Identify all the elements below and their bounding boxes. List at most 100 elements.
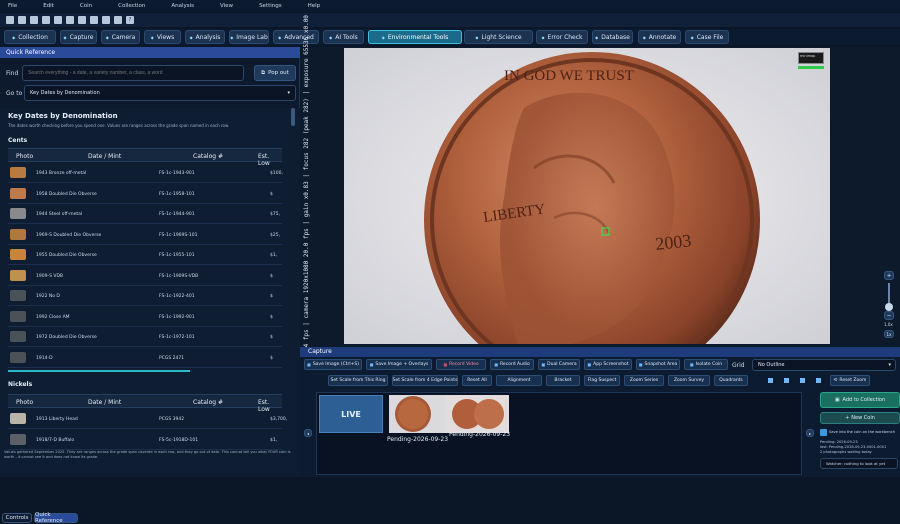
tab-case-file[interactable]: ◆ Case File: [685, 30, 729, 44]
capture-action-icon: ■: [541, 362, 546, 367]
alignment-button[interactable]: Alignment: [496, 375, 542, 386]
print-icon[interactable]: [42, 16, 50, 24]
table-row[interactable]: 1943 Bronze off-metal FS-1c-1943-901 $100,: [8, 163, 283, 183]
capture-thumbnail[interactable]: [445, 395, 509, 433]
add-to-collection-button[interactable]: ▣ Add to Collection: [820, 392, 900, 408]
help-icon[interactable]: ?: [126, 16, 134, 24]
table-row[interactable]: 1918/7-D Buffalo FS-5c-1918D-101 $1,: [8, 430, 282, 450]
zoom-survey-button[interactable]: Zoom Survey: [668, 375, 710, 386]
tab-controls[interactable]: Controls: [2, 513, 32, 523]
live-thumbnail[interactable]: LIVE: [319, 395, 383, 433]
menu-item-settings[interactable]: Settings: [251, 3, 282, 9]
export-icon[interactable]: [114, 16, 122, 24]
tab-environmental-tools[interactable]: ◆ Environmental Tools: [368, 30, 462, 44]
scrollbar-vertical[interactable]: [291, 108, 295, 126]
table-row[interactable]: 1913 Liberty Head PCGS 3942 $3,700,: [8, 409, 287, 429]
table-row[interactable]: 1909-S VDB FS-1c-1909S-VDB $: [8, 266, 282, 286]
zoom-slider-handle[interactable]: [885, 303, 893, 311]
quadrant-toggle[interactable]: [800, 378, 805, 383]
table-row[interactable]: 1944 Steel off-metal FS-1c-1944-901 $75,: [8, 204, 282, 224]
tab-analysis[interactable]: ◆ Analysis: [185, 30, 225, 44]
cell-catalog: FS-1c-1943-901: [159, 171, 195, 176]
record-audio-button[interactable]: ■ Record Audio: [490, 359, 534, 370]
new-icon[interactable]: [6, 16, 14, 24]
strip-prev-button[interactable]: ◂: [304, 429, 312, 437]
scrollbar-horizontal[interactable]: [8, 370, 190, 372]
dual-camera-button[interactable]: ■ Dual Camera: [538, 359, 580, 370]
zoom-series-button[interactable]: Zoom Series: [624, 375, 664, 386]
save-image-overlays-button[interactable]: ■ Save Image + Overlays: [366, 359, 432, 370]
grid-select[interactable]: No Outline ▾: [752, 359, 896, 371]
camera-viewer[interactable]: frame 11.4 fps | camera 1920x1080 20.0 f…: [300, 15, 900, 379]
search-input[interactable]: [22, 65, 244, 81]
footnote: Values gathered September 2025. They are…: [4, 450, 291, 459]
menu-item-file[interactable]: File: [0, 3, 17, 9]
menu-item-view[interactable]: View: [212, 3, 233, 9]
layout-icon[interactable]: [102, 16, 110, 24]
camera-icon[interactable]: [54, 16, 62, 24]
new-coin-button[interactable]: + New Coin: [820, 412, 900, 424]
zoom-in-button[interactable]: +: [884, 271, 894, 280]
menu-item-analysis[interactable]: Analysis: [163, 3, 194, 9]
zoom-out-button[interactable]: −: [884, 311, 894, 320]
table-row[interactable]: 1969-S Doubled Die Obverse FS-1c-1969S-10…: [8, 225, 282, 245]
live-camera-image[interactable]: LIBERTY IN GOD WE TRUST 2003 minimap: [344, 48, 830, 344]
quadrant-toggle[interactable]: [816, 378, 821, 383]
table-row[interactable]: 1922 No D FS-1c-1922-401 $: [8, 286, 282, 306]
table-row[interactable]: 1992 Close AM FS-1c-1992-901 $: [8, 307, 282, 327]
tab-error-check[interactable]: ◆ Error Check: [536, 30, 588, 44]
quadrants-button[interactable]: Quadrants: [714, 375, 748, 386]
menu-item-help[interactable]: Help: [300, 3, 321, 9]
document-view[interactable]: Key Dates by Denomination The dates wort…: [0, 108, 300, 477]
flag-suspect-button[interactable]: Flag Suspect: [584, 375, 620, 386]
record-video-button[interactable]: ■ Record Video: [436, 359, 486, 370]
save-icon[interactable]: [30, 16, 38, 24]
table-row[interactable]: 1958 Doubled Die Obverse FS-1c-1958-101 $: [8, 184, 282, 204]
tab-light-science[interactable]: ◆ Light Science: [464, 30, 533, 44]
strip-next-button[interactable]: ▸: [806, 429, 814, 437]
reset-all-button[interactable]: Reset All: [462, 375, 492, 386]
tab-advanced[interactable]: ◆ Advanced: [273, 30, 319, 44]
collection-icon: ▣: [834, 397, 840, 403]
tab-capture[interactable]: ◆ Capture: [60, 30, 97, 44]
set-scale-from-this-ring-button[interactable]: Set Scale from This Ring: [328, 375, 388, 386]
folder-icon[interactable]: [90, 16, 98, 24]
minimap[interactable]: minimap: [798, 52, 824, 64]
save-into-checkbox[interactable]: [820, 429, 827, 436]
capture-thumbnail[interactable]: [389, 395, 453, 433]
open-icon[interactable]: [18, 16, 26, 24]
tab-ai-tools[interactable]: ◆ AI Tools: [323, 30, 364, 44]
cell-catalog: FS-1c-1969S-101: [159, 232, 198, 238]
cell-low: $: [270, 273, 273, 279]
isolate-coin-button[interactable]: ■ Isolate Coin: [684, 359, 728, 370]
menu-item-coin[interactable]: Coin: [72, 3, 92, 9]
menu-item-edit[interactable]: Edit: [35, 3, 54, 9]
tab-annotate[interactable]: ◆ Annotate: [638, 30, 681, 44]
app-screenshot-button[interactable]: ■ App Screenshot: [584, 359, 632, 370]
bracket-button[interactable]: Bracket: [546, 375, 580, 386]
tab-database[interactable]: ◆ Database: [592, 30, 633, 44]
tab-quick-reference[interactable]: Quick Reference: [34, 512, 78, 524]
set-scale-from-4-edge-points-button[interactable]: Set Scale from 4 Edge Points: [392, 375, 458, 386]
save-image-ctrl-s-button[interactable]: ■ Save Image (Ctrl+S): [304, 359, 362, 370]
tab-collection[interactable]: ◆ Collection: [4, 30, 56, 44]
table-row[interactable]: 1955 Doubled Die Obverse FS-1c-1955-101 $1…: [8, 245, 282, 265]
reset-zoom-button[interactable]: ⟲ Reset Zoom: [830, 375, 870, 386]
menu-item-collection[interactable]: Collection: [110, 3, 145, 9]
tab-image-lab[interactable]: ◆ Image Lab: [229, 30, 269, 44]
grid-icon[interactable]: [66, 16, 74, 24]
capture-filmstrip[interactable]: LIVE Pending-2026-09-23 Pending-2026-09-…: [316, 392, 802, 475]
quadrant-toggle[interactable]: [768, 378, 773, 383]
image-icon[interactable]: [78, 16, 86, 24]
cell-date: 1992 Close AM: [36, 314, 70, 320]
pop-out-button[interactable]: ⧉ Pop out: [254, 65, 296, 81]
tab-views[interactable]: ◆ Views: [144, 30, 181, 44]
table-row[interactable]: 1972 Doubled Die Obverse FS-1c-1972-101 $: [8, 327, 282, 347]
snapshot-area-button[interactable]: ■ Snapshot Area: [636, 359, 680, 370]
quadrant-toggle[interactable]: [784, 378, 789, 383]
tab-camera[interactable]: ◆ Camera: [101, 30, 140, 44]
cell-catalog: FS-1c-1944-901: [159, 212, 195, 217]
zoom-reset-button[interactable]: 1x: [884, 330, 894, 338]
goto-select[interactable]: Key Dates by Denomination ▾: [24, 85, 296, 101]
table-row[interactable]: 1914-D PCGS 2471 $: [8, 348, 282, 368]
